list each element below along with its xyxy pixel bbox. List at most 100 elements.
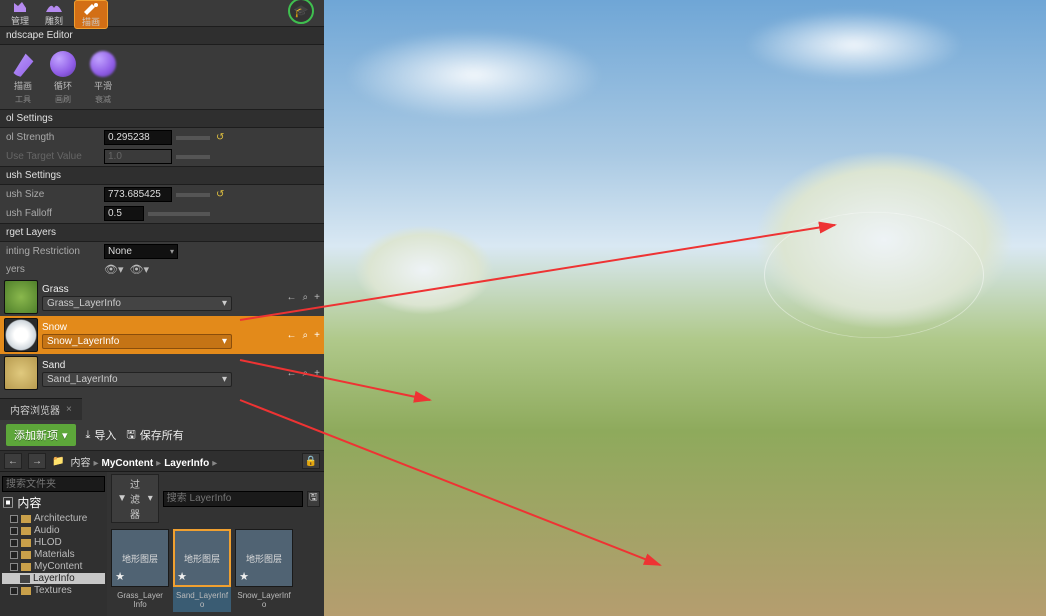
folder-icon[interactable]: 📁 — [52, 456, 64, 467]
brush-cursor — [764, 212, 984, 338]
asset-sand-layerinfo[interactable]: 地形图层★ Sand_LayerInf o — [173, 529, 231, 612]
tree-item-selected[interactable]: LayerInfo — [2, 573, 105, 584]
back-icon[interactable]: ← — [287, 368, 297, 379]
tool-paint[interactable]: 描画工具 — [10, 51, 36, 105]
tree-item[interactable]: Materials — [2, 549, 105, 560]
reset-icon[interactable]: ↺ — [216, 189, 224, 200]
tree-item[interactable]: HLOD — [2, 537, 105, 548]
save-all-button[interactable]: 🖫 保存所有 — [126, 426, 183, 445]
tool-row: 描画工具 循环画刷 平滑衰减 — [0, 45, 324, 109]
layer-snow[interactable]: Snow Snow_LayerInfo ▾ ← ⌕ + — [0, 316, 324, 354]
asset-search-input[interactable] — [163, 491, 303, 507]
import-button[interactable]: ⤓ 导入 — [86, 427, 117, 443]
layer-name: Sand — [42, 360, 283, 371]
chevron-down-icon: ▾ — [222, 336, 227, 347]
find-icon[interactable]: ⌕ — [303, 330, 309, 341]
tree-root[interactable]: ▣ 内容 — [2, 493, 105, 512]
eye-icon[interactable]: 👁▾ — [130, 263, 150, 276]
mode-tabs: 管理 雕刻 描画 🎓 — [0, 0, 324, 26]
graduation-icon: 🎓 — [294, 4, 309, 18]
import-icon: ⤓ — [86, 429, 91, 442]
landscape-editor-header: ndscape Editor — [0, 26, 324, 45]
brush-falloff-slider[interactable] — [148, 212, 210, 216]
painting-restriction-combo[interactable]: None ▾ — [104, 244, 178, 259]
layer-info-combo[interactable]: Grass_LayerInfo ▾ — [42, 296, 232, 311]
path-fwd-button[interactable]: → — [28, 453, 46, 469]
mode-sculpt[interactable]: 雕刻 — [40, 0, 68, 27]
back-icon[interactable]: ← — [287, 330, 297, 341]
asset-snow-layerinfo[interactable]: 地形图层★ Snow_LayerInf o — [235, 529, 293, 612]
plus-icon[interactable]: + — [314, 292, 320, 303]
mode-paint-label: 描画 — [82, 15, 100, 28]
use-target-value-row: Use Target Value — [0, 147, 324, 166]
find-icon[interactable]: ⌕ — [303, 368, 309, 379]
use-target-label: Use Target Value — [6, 151, 98, 162]
plus-icon[interactable]: + — [314, 368, 320, 379]
layer-thumb — [4, 280, 38, 314]
add-new-button[interactable]: 添加新项 ▾ — [6, 424, 76, 446]
mode-manage[interactable]: 管理 — [6, 0, 34, 27]
find-icon[interactable]: ⌕ — [303, 292, 309, 303]
star-icon: ★ — [239, 570, 249, 583]
tree-search-input[interactable] — [2, 476, 105, 492]
brush-settings-header: ush Settings — [0, 166, 324, 185]
brush-size-input[interactable] — [104, 187, 172, 202]
breadcrumb[interactable]: 内容▸MyContent▸LayerInfo▸ — [70, 454, 220, 469]
chevron-down-icon: ▾ — [222, 298, 227, 309]
mode-paint[interactable]: 描画 — [74, 0, 108, 29]
filters-button[interactable]: ▼ 过滤器 ▾ — [111, 474, 159, 523]
tree-item[interactable]: Textures — [2, 585, 105, 596]
path-back-button[interactable]: ← — [4, 453, 22, 469]
tool-falloff[interactable]: 平滑衰减 — [90, 51, 116, 105]
chevron-down-icon: ▾ — [222, 374, 227, 385]
viewport-3d[interactable] — [324, 0, 1046, 616]
tool-strength-input[interactable] — [104, 130, 172, 145]
star-icon: ★ — [115, 570, 125, 583]
brush-falloff-input[interactable] — [104, 206, 144, 221]
asset-grass-layerinfo[interactable]: 地形图层★ Grass_Layer Info — [111, 529, 169, 612]
save-icon: 🖫 — [126, 426, 135, 445]
use-target-slider — [176, 155, 210, 159]
reset-icon[interactable]: ↺ — [216, 132, 224, 143]
back-icon[interactable]: ← — [287, 292, 297, 303]
chevron-down-icon: ▾ — [170, 247, 174, 256]
mode-sculpt-label: 雕刻 — [45, 14, 63, 27]
use-target-input — [104, 149, 172, 164]
mode-manage-label: 管理 — [11, 14, 29, 27]
content-browser-tabbar: 内容浏览器 × — [0, 398, 324, 420]
tool-strength-label: ol Strength — [6, 132, 98, 143]
tree-item[interactable]: MyContent — [2, 561, 105, 572]
target-layers-header: rget Layers — [0, 223, 324, 242]
eye-icon[interactable]: 👁▾ — [104, 263, 124, 276]
tree-item[interactable]: Architecture — [2, 513, 105, 524]
chevron-down-icon: ▾ — [62, 429, 68, 442]
brush-falloff-row: ush Falloff — [0, 204, 324, 223]
layer-grass[interactable]: Grass Grass_LayerInfo ▾ ← ⌕ + — [0, 278, 324, 316]
brush-size-row: ush Size ↺ — [0, 185, 324, 204]
content-browser-toolbar: 添加新项 ▾ ⤓ 导入 🖫 保存所有 — [0, 420, 324, 451]
content-browser-body: ▣ 内容 Architecture Audio HLOD Materials M… — [0, 472, 324, 616]
tool-strength-row: ol Strength ↺ — [0, 128, 324, 147]
sources-tree: ▣ 内容 Architecture Audio HLOD Materials M… — [0, 472, 107, 616]
layers-row: yers 👁▾ 👁▾ — [0, 261, 324, 278]
tool-settings-header: ol Settings — [0, 109, 324, 128]
close-icon[interactable]: × — [66, 404, 72, 415]
path-lock-button[interactable]: 🔒 — [302, 453, 320, 469]
tree-item[interactable]: Audio — [2, 525, 105, 536]
tutorial-button[interactable]: 🎓 — [288, 0, 314, 24]
layer-info-combo[interactable]: Snow_LayerInfo ▾ — [42, 334, 232, 349]
content-browser-tab[interactable]: 内容浏览器 × — [0, 398, 82, 420]
layer-thumb — [4, 356, 38, 390]
painting-restriction-row: inting Restriction None ▾ — [0, 242, 324, 261]
layer-sand[interactable]: Sand Sand_LayerInfo ▾ ← ⌕ + — [0, 354, 324, 392]
tool-brush-circle[interactable]: 循环画刷 — [50, 51, 76, 105]
layer-thumb — [4, 318, 38, 352]
tool-strength-slider[interactable] — [176, 136, 210, 140]
layer-info-combo[interactable]: Sand_LayerInfo ▾ — [42, 372, 232, 387]
save-search-button[interactable]: 🖫 — [307, 491, 320, 507]
layer-name: Snow — [42, 322, 283, 333]
path-bar: ← → 📁 内容▸MyContent▸LayerInfo▸ 🔒 — [0, 451, 324, 472]
brush-size-slider[interactable] — [176, 193, 210, 197]
plus-icon[interactable]: + — [314, 330, 320, 341]
asset-view: ▼ 过滤器 ▾ 🖫 地形图层★ Grass_Layer Info 地形图层★ S… — [107, 472, 324, 616]
